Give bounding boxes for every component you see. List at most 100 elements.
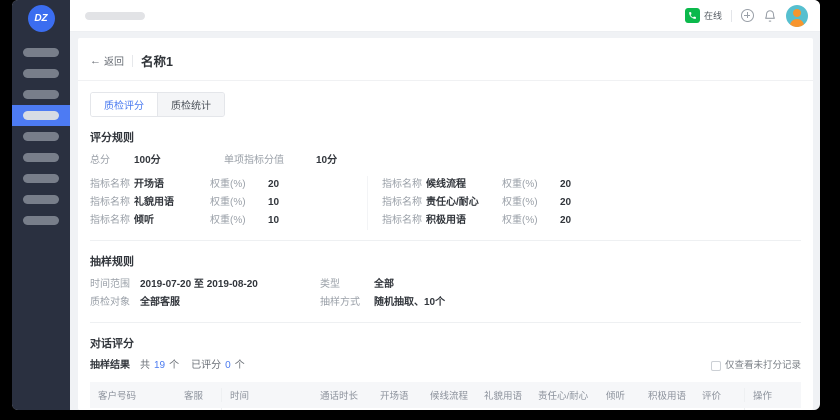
cell-score: 10: [598, 408, 640, 410]
unscored-filter-label: 仅查看未打分记录: [725, 358, 801, 374]
online-status-label: 在线: [704, 9, 722, 22]
item-score-label: 单项指标分值: [224, 152, 316, 170]
breadcrumb-placeholder: [85, 12, 145, 20]
indicator-name: 责任心/耐心: [426, 194, 502, 212]
cell-score: 20: [372, 408, 422, 410]
sidebar-item-4-active[interactable]: [12, 105, 70, 126]
plus-circle-icon[interactable]: [741, 9, 754, 22]
scored-unit: 个: [235, 358, 245, 374]
page-title: 名称1: [141, 51, 173, 70]
cell-call-duration: [312, 408, 372, 410]
weight-label: 权重(%): [210, 212, 268, 230]
weight-value: 20: [268, 176, 279, 194]
section-title: 抽样规则: [90, 253, 801, 269]
bell-icon[interactable]: [763, 9, 777, 23]
indicator-name: 礼貌用语: [134, 194, 210, 212]
item-score-value: 10分: [316, 152, 337, 170]
section-title: 评分规则: [90, 129, 801, 145]
section-divider: [90, 240, 801, 241]
weight-value: 10: [268, 212, 279, 230]
sampling-results-table: 客户号码客服时间通话时长开场语候线流程礼貌用语责任心/耐心倾听积极用语评价操作 …: [90, 382, 801, 410]
avatar[interactable]: [786, 5, 808, 27]
indicator-name: 积极用语: [426, 212, 502, 230]
cell-time: [222, 408, 312, 410]
weight-value: 10: [268, 194, 279, 212]
cell-score: 20: [640, 408, 694, 410]
column-header: 积极用语: [640, 388, 694, 402]
unscored-filter[interactable]: 仅查看未打分记录: [711, 358, 801, 374]
time-range-label: 时间范围: [90, 276, 140, 294]
content-area: ← 返回 名称1 质检评分 质检统计 评分规则 总分 100分: [70, 32, 820, 410]
sampling-rules-section: 抽样规则 时间范围 2019-07-20 至 2019-08-20 类型 全部: [90, 253, 801, 312]
cell-agent: [176, 408, 222, 410]
qc-target-value: 全部客服: [140, 294, 180, 312]
menu-placeholder: [23, 90, 59, 99]
topbar-divider: [731, 10, 732, 22]
menu-placeholder: [23, 216, 59, 225]
total-score-value: 100分: [134, 152, 224, 170]
back-button[interactable]: ← 返回: [90, 53, 124, 68]
cell-customer-number: 01088882001: [90, 408, 176, 410]
column-header: 操作: [744, 388, 801, 402]
weight-value: 20: [560, 176, 571, 194]
table-row: 01088882001 20 20 10 20 10 20 挺好的 打分: [90, 408, 801, 410]
column-header: 通话时长: [312, 388, 372, 402]
phone-icon: [685, 8, 700, 23]
cell-evaluation: 挺好的: [694, 408, 744, 410]
indicator-name: 开场语: [134, 176, 210, 194]
back-label: 返回: [104, 53, 124, 68]
page-header: ← 返回 名称1: [78, 38, 813, 81]
cell-score: 10: [476, 408, 530, 410]
avatar-figure: [790, 19, 804, 27]
online-status-badge[interactable]: 在线: [685, 8, 722, 23]
sidebar-item-7[interactable]: [12, 168, 70, 189]
total-unit: 个: [169, 358, 179, 374]
sidebar: DZ: [12, 0, 70, 410]
tab-bar: 质检评分 质检统计: [90, 92, 225, 117]
sampling-summary: 抽样结果 共 19 个 已评分 0 个 仅查看未打分记录: [90, 358, 801, 374]
sidebar-item-3[interactable]: [12, 84, 70, 105]
tab-quality-scoring[interactable]: 质检评分: [91, 93, 157, 116]
column-header: 开场语: [372, 388, 422, 402]
sidebar-item-5[interactable]: [12, 126, 70, 147]
type-value: 全部: [374, 276, 394, 294]
qc-target-label: 质检对象: [90, 294, 140, 312]
weight-label: 权重(%): [210, 194, 268, 212]
indicator-name: 倾听: [134, 212, 210, 230]
sidebar-item-6[interactable]: [12, 147, 70, 168]
indicator-label: 指标名称: [90, 176, 134, 194]
scored-label: 已评分: [191, 358, 221, 374]
sidebar-item-9[interactable]: [12, 210, 70, 231]
back-arrow-icon: ←: [90, 55, 101, 67]
sampling-method-label: 抽样方式: [320, 294, 374, 312]
weight-value: 20: [560, 212, 571, 230]
total-count: 19: [154, 358, 165, 374]
app-window: DZ 在线: [12, 0, 820, 410]
unscored-filter-checkbox[interactable]: [711, 361, 721, 371]
app-logo[interactable]: DZ: [28, 5, 55, 32]
type-label: 类型: [320, 276, 374, 294]
sidebar-item-1[interactable]: [12, 42, 70, 63]
indicator-label: 指标名称: [90, 212, 134, 230]
tab-quality-statistics[interactable]: 质检统计: [157, 93, 224, 116]
indicator-label: 指标名称: [90, 194, 134, 212]
indicator-label: 指标名称: [382, 194, 426, 212]
section-title: 对话评分: [90, 335, 801, 351]
cell-score: 20: [422, 408, 476, 410]
menu-placeholder: [23, 48, 59, 57]
avatar-figure: [793, 9, 801, 17]
sidebar-item-2[interactable]: [12, 63, 70, 84]
column-header: 倾听: [598, 388, 640, 402]
scoring-rules-section: 评分规则 总分 100分 单项指标分值 10分 指标名称 开场语 权重(%): [90, 129, 801, 230]
column-header: 责任心/耐心: [530, 388, 598, 402]
menu-placeholder: [23, 153, 59, 162]
column-header: 礼貌用语: [476, 388, 530, 402]
table-body: 01088882001 20 20 10 20 10 20 挺好的 打分 010…: [90, 408, 801, 410]
weight-value: 20: [560, 194, 571, 212]
dialog-scoring-section: 对话评分 抽样结果 共 19 个 已评分 0 个 仅查看未打分记录: [90, 335, 801, 410]
column-header: 时间: [222, 388, 312, 402]
menu-placeholder: [23, 111, 59, 120]
result-label: 抽样结果: [90, 358, 130, 374]
sidebar-item-8[interactable]: [12, 189, 70, 210]
menu-placeholder: [23, 132, 59, 141]
